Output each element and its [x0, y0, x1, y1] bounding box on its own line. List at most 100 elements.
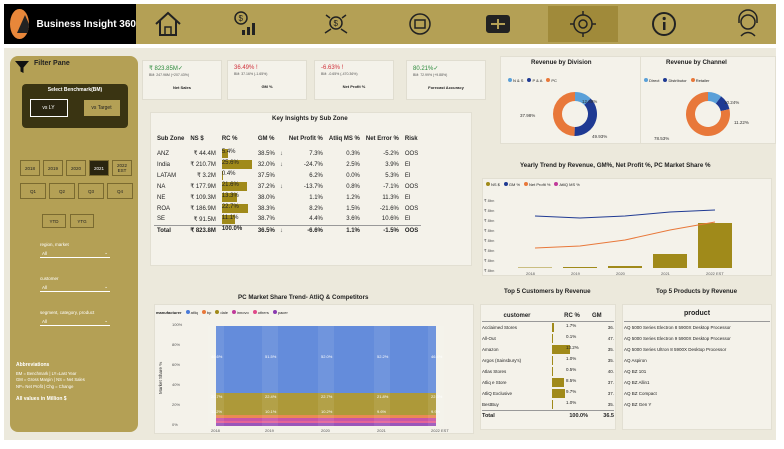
product-row[interactable]: AQ 5000 Series Electron 8 5900X Desktop …	[624, 322, 770, 333]
legend-item[interactable]: PC	[546, 78, 557, 83]
table-row[interactable]: NE ₹ 109.3M 13.3% 38.0% 1.1% 1.2% 11.3% EI	[154, 192, 421, 203]
total-gm: 36.5	[603, 413, 614, 419]
segment-dropdown[interactable]: All ⌄	[40, 317, 110, 326]
ns-bar[interactable]	[698, 223, 732, 268]
product-row[interactable]: AQ BZ Compact	[624, 388, 770, 399]
column-header[interactable]: RC %	[219, 130, 255, 148]
table-row[interactable]: Atlas Stores 0.5% 40.	[482, 366, 614, 377]
table-row[interactable]: ANZ ₹ 44.4M 5.4% 38.5% ↓ 7.3% 0.3% -5.2% OOS	[154, 148, 421, 159]
ytd-button[interactable]: YTD	[42, 214, 66, 228]
product-row[interactable]: AQ Aspiron	[624, 355, 770, 366]
quarter-button[interactable]: Q1	[20, 183, 46, 199]
year-button[interactable]: 2021	[89, 160, 109, 176]
column-header[interactable]: customer	[482, 313, 552, 319]
quarter-button[interactable]: Q4	[107, 183, 133, 199]
info-icon[interactable]	[636, 6, 692, 42]
quarter-button[interactable]: Q2	[49, 183, 75, 199]
table-row[interactable]: India ₹ 210.7M 25.6% 32.0% ↓ -24.7% 2.5% 3.9% EI	[154, 159, 421, 170]
year-button[interactable]: 2020	[66, 160, 86, 176]
table-row[interactable]: NA ₹ 177.9M 21.6% 37.2% ↓ -13.7% 0.8% -7.1% OOS	[154, 181, 421, 192]
executive-icon[interactable]	[548, 6, 618, 42]
legend-item[interactable]: Direct	[644, 78, 659, 83]
sales-icon[interactable]: $	[308, 6, 364, 42]
donut-slice[interactable]	[574, 98, 597, 136]
legend-item[interactable]: GM %	[503, 182, 520, 187]
ns-bar[interactable]	[518, 267, 552, 269]
support-icon[interactable]	[720, 6, 776, 42]
home-icon[interactable]	[140, 6, 196, 42]
column-header[interactable]: Atliq MS %	[326, 130, 363, 148]
column-header[interactable]: NS $	[187, 130, 219, 148]
revenue-by-division-chart[interactable]: 12.69% 37.98% 49.93%	[500, 84, 650, 144]
finance-icon[interactable]: $	[218, 6, 274, 42]
product-row[interactable]: AQ BZ Gen Y	[624, 399, 770, 410]
region-dropdown[interactable]: All ⌄	[40, 249, 110, 258]
year-button[interactable]: 2018	[20, 160, 40, 176]
column-header[interactable]: RC %	[552, 313, 592, 319]
ns-bar[interactable]	[653, 254, 687, 268]
y-tick-label: ₹ 8bn	[484, 208, 494, 213]
bm-vs-target-button[interactable]: vs Target	[82, 99, 121, 117]
table-row[interactable]: All-Out 0.1% 47.	[482, 333, 614, 344]
kpi-card-net-sales[interactable]: ₹ 823.85M✓ BM: 247.96M (+207.43%) Net Sa…	[142, 60, 222, 100]
table-row[interactable]: AtliQ Exclusive 9.7% 37.	[482, 388, 614, 399]
rc-value: 13.2%	[566, 345, 579, 350]
revenue-by-channel-chart[interactable]: 10.24% 11.22% 78.53%	[640, 84, 776, 144]
kpi-card-gm[interactable]: 36.49% ! BM: 37.16% (-1.65%) GM %	[227, 60, 307, 100]
column-header[interactable]: Sub Zone	[154, 130, 187, 148]
y-tick-label: 40%	[172, 382, 180, 387]
kpi-card-net-profit[interactable]: -6.63% ! BM: -0.65% (-470.36%) Net Profi…	[314, 60, 394, 100]
table-row[interactable]: BestBuy 1.0% 35.	[482, 399, 614, 410]
table-row[interactable]: Acclaimed Stores 1.7% 36.	[482, 322, 614, 333]
legend-item[interactable]: N & S	[508, 78, 523, 83]
legend-item[interactable]: Distributor	[663, 78, 687, 83]
rc-bar-fill	[552, 356, 554, 365]
column-header[interactable]: Net Profit %	[286, 130, 326, 148]
legend-item[interactable]: Retailer	[690, 78, 709, 83]
legend-item[interactable]: AtliQ MS %	[554, 182, 580, 187]
total-row[interactable]: Total ₹ 823.8M 100.0% 36.5% ↓ -6.6% 1.1% -1.5% O…	[154, 225, 422, 236]
table-row[interactable]: ROA ₹ 186.9M 22.7% 38.3% 8.2% 1.5% -21.6% OOS	[154, 203, 421, 214]
quarter-button[interactable]: Q3	[78, 183, 104, 199]
net-profit-cell: 6.2%	[309, 172, 323, 179]
y-tick-label: 100%	[172, 322, 183, 327]
table-row[interactable]: SE ₹ 91.5M 11.1% 38.7% 4.4% 3.6% 10.6% EI	[154, 214, 421, 225]
gm-value: 47.	[607, 336, 614, 341]
legend-item[interactable]: NS $	[486, 182, 500, 187]
donut-slice[interactable]	[553, 92, 575, 136]
ns-bar[interactable]	[563, 267, 597, 268]
table-row[interactable]: Amazon 13.2% 35.	[482, 344, 614, 355]
product-row[interactable]: AQ BZ Allin1	[624, 377, 770, 388]
column-header[interactable]: product	[624, 310, 770, 322]
marketing-icon[interactable]	[392, 6, 448, 42]
ns-bar[interactable]	[608, 266, 642, 268]
y-tick-label: 80%	[172, 342, 180, 347]
supply-chain-icon[interactable]	[470, 6, 526, 42]
gm-value: 35.	[607, 358, 614, 363]
product-row[interactable]: AQ 5000 Series Electron 9 5900X Desktop …	[624, 333, 770, 344]
customer-dropdown[interactable]: All ⌄	[40, 283, 110, 292]
net-profit-cell: 7.3%	[309, 150, 323, 157]
column-header[interactable]: GM %	[255, 130, 286, 148]
market-share-chart[interactable]: Market Share % 100% 80% 60% 40% 20% 0% 46.6% 20.…	[154, 314, 474, 434]
product-row[interactable]: AQ 5000 Series Ultron 8 5900X Desktop Pr…	[624, 344, 770, 355]
ns-cell: ₹ 91.5M	[193, 216, 216, 223]
bm-vs-ly-button[interactable]: vs LY	[29, 99, 68, 117]
product-row[interactable]: AQ BZ 101	[624, 366, 770, 377]
table-row[interactable]: LATAM ₹ 3.2M 0.4% 37.5% 6.2% 0.0% 5.3% EI	[154, 170, 421, 181]
table-row[interactable]: Argos (Sainsbury's) 1.0% 35.	[482, 355, 614, 366]
legend-item[interactable]: Net Profit %	[524, 182, 550, 187]
year-button[interactable]: 2019	[43, 160, 63, 176]
legend-item[interactable]: P & A	[527, 78, 542, 83]
kpi-card-forecast-accuracy[interactable]: 80.21%✓ BM: 72.99% (+9.88%) Forecast Acc…	[406, 60, 486, 100]
net-profit-line[interactable]	[534, 221, 716, 249]
table-row[interactable]: Atliq e Store 8.5% 37.	[482, 377, 614, 388]
ytg-button[interactable]: YTG	[70, 214, 94, 228]
rc-bar: 5.4%	[221, 149, 252, 158]
year-button[interactable]: 2022 EST	[112, 160, 132, 176]
yearly-trend-chart[interactable]: ₹ 8bn ₹ 8bn ₹ 8bn ₹ 8bn ₹ 8bn ₹ 8bn ₹ 8bn ₹ 8bn…	[482, 188, 772, 276]
column-header[interactable]: Net Error %	[363, 130, 402, 148]
column-header[interactable]: Risk	[402, 130, 421, 148]
column-header[interactable]: GM	[592, 313, 614, 319]
gm-line[interactable]	[534, 209, 716, 219]
